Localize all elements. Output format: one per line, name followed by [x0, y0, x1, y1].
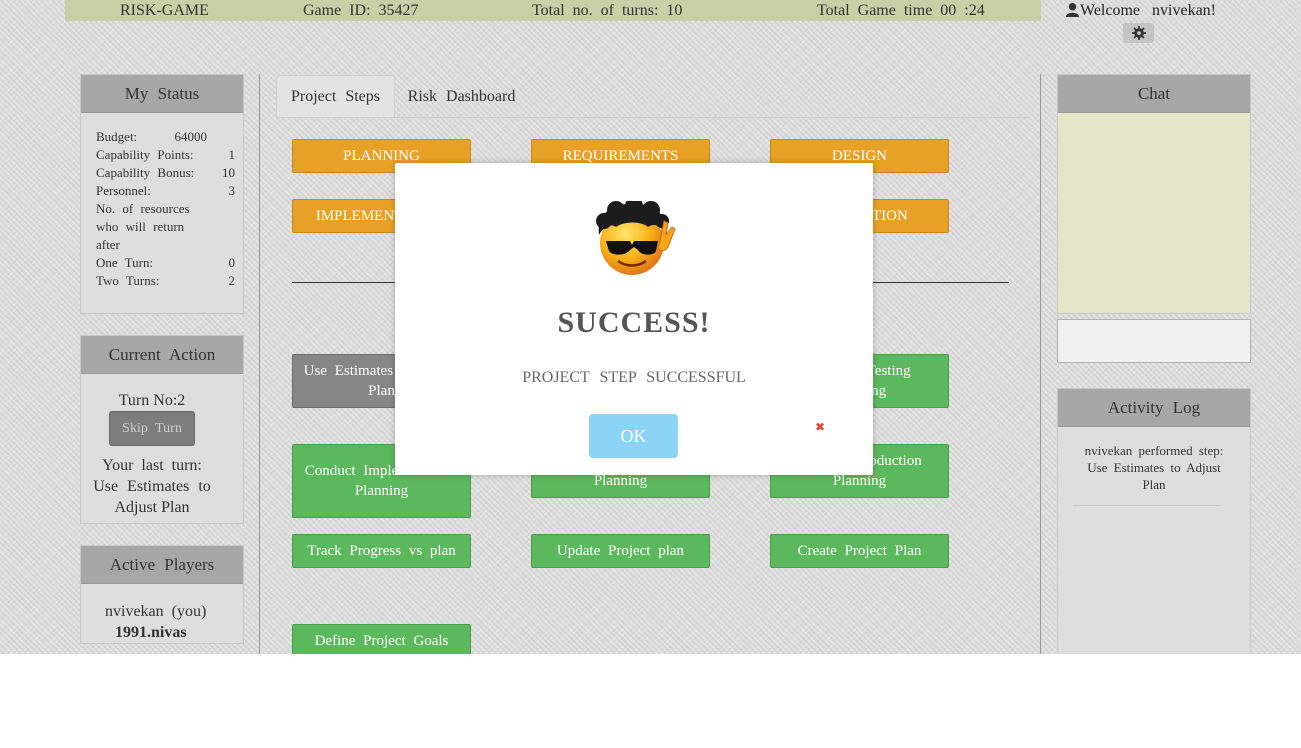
cool-emoji-icon	[596, 201, 676, 275]
dialog-message: PROJECT STEP SUCCESSFUL	[522, 369, 746, 386]
ok-button[interactable]: OK	[589, 414, 678, 458]
close-icon[interactable]: ✖	[815, 420, 825, 434]
success-dialog: SUCCESS! PROJECT STEP SUCCESSFUL OK ✖	[395, 163, 873, 475]
game-app: RISK-GAME Game ID: 35427 Total no. of tu…	[0, 0, 1301, 654]
dialog-title: SUCCESS!	[557, 306, 711, 339]
